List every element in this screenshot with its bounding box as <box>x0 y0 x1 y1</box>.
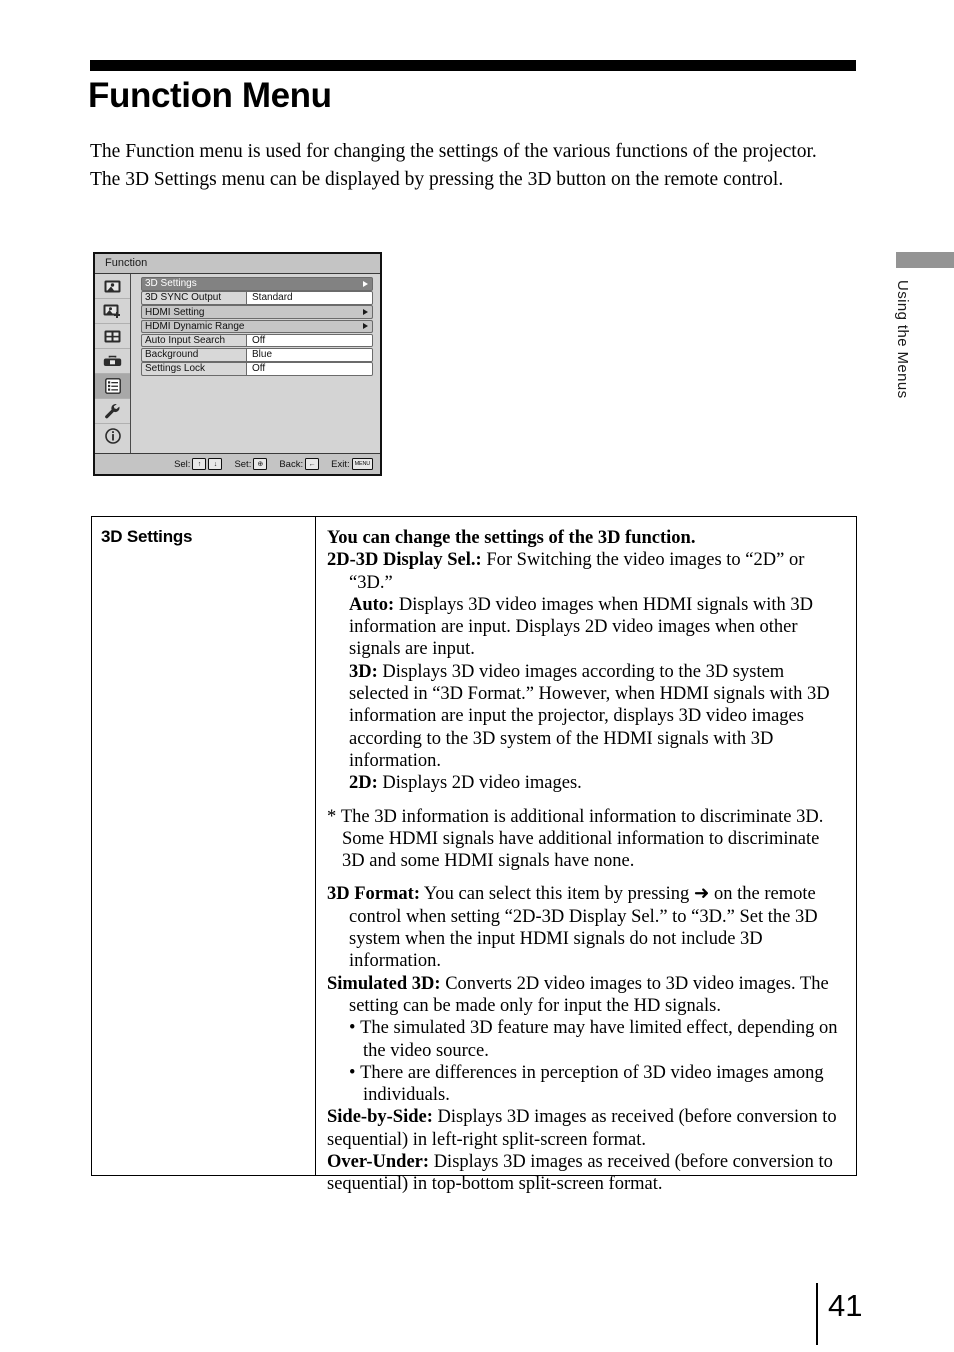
side-tab-marker <box>896 252 954 268</box>
menu-key-icon: MENU <box>351 458 373 470</box>
over-under-paragraph: Over-Under: Displays 3D images as receiv… <box>327 1151 844 1196</box>
auto-label: Auto: <box>349 594 395 615</box>
threed-paragraph: 3D: Displays 3D video images according t… <box>327 661 844 772</box>
wrench-installation-icon[interactable] <box>95 399 130 424</box>
osd-item-label: HDMI Setting <box>145 306 205 318</box>
hint-set-label: Set: <box>234 458 252 470</box>
osd-row-settings-lock[interactable]: Settings Lock Off <box>141 362 373 376</box>
side-by-side-paragraph: Side-by-Side: Displays 3D images as rece… <box>327 1106 844 1151</box>
format-text: You can select this item by pressing ➜ o… <box>349 884 818 972</box>
twod-paragraph: 2D: Displays 2D video images. <box>327 772 844 794</box>
twod-label: 2D: <box>349 773 378 794</box>
chevron-right-icon <box>363 280 368 287</box>
osd-menu-list: 3D Settings 3D SYNC Output Standard HDMI… <box>141 277 373 376</box>
simulated-paragraph: Simulated 3D: Converts 2D video images t… <box>327 973 844 1018</box>
bullet-item-2: • There are differences in perception of… <box>349 1062 824 1106</box>
osd-item-value: Off <box>246 363 372 375</box>
intro-paragraph: The Function menu is used for changing t… <box>90 138 862 193</box>
display-sel-label: 2D-3D Display Sel.: <box>327 550 482 571</box>
title-rule <box>90 60 856 71</box>
osd-item-label: Auto Input Search <box>145 335 226 347</box>
chevron-right-icon <box>363 309 368 316</box>
page-number: 41 <box>828 1288 863 1323</box>
osd-item-label: 3D Settings <box>145 278 197 290</box>
term-label: 3D Settings <box>101 527 193 546</box>
screen-icon[interactable] <box>95 324 130 349</box>
hint-set: Set: ⊕ <box>234 458 268 470</box>
arrow-left-key-icon: ← <box>305 458 320 470</box>
note-paragraph: * The 3D information is additional infor… <box>327 806 844 873</box>
osd-row-auto-input-search[interactable]: Auto Input Search Off <box>141 333 373 348</box>
table-cell-term: 3D Settings <box>92 517 316 1175</box>
osd-row-3d-sync-output[interactable]: 3D SYNC Output Standard <box>141 291 373 305</box>
bullet-item-1-text: The simulated 3D feature may have limite… <box>360 1018 838 1061</box>
osd-footer-bar: Sel: ↑ ↓ Set: ⊕ Back: ← Exit: MENU <box>95 453 380 474</box>
osd-hint-group: Sel: ↑ ↓ Set: ⊕ Back: ← Exit: MENU <box>174 458 373 470</box>
picture-icon[interactable] <box>95 274 130 299</box>
intro-line-1: The Function menu is used for changing t… <box>90 141 817 162</box>
osd-row-hdmi-setting[interactable]: HDMI Setting <box>141 305 373 319</box>
description-table: 3D Settings You can change the settings … <box>91 516 857 1194</box>
page-number-rule <box>816 1283 818 1345</box>
osd-row-3d-settings[interactable]: 3D Settings <box>141 277 373 291</box>
format-paragraph: 3D Format: You can select this item by p… <box>327 883 844 972</box>
osd-row-hdmi-dynamic-range[interactable]: HDMI Dynamic Range <box>141 319 373 334</box>
enter-key-icon: ⊕ <box>253 458 268 470</box>
osd-item-value: Standard <box>246 292 372 304</box>
osd-item-label: Settings Lock <box>145 363 206 375</box>
description-intro-text: You can change the settings of the 3D fu… <box>327 528 696 548</box>
osd-item-label: 3D SYNC Output <box>145 292 222 304</box>
page-title: Function Menu <box>88 76 332 115</box>
osd-sidebar <box>95 274 131 453</box>
hint-back: Back: ← <box>279 458 320 470</box>
function-list-icon[interactable] <box>95 374 130 399</box>
auto-text: Displays 3D video images when HDMI signa… <box>349 594 814 660</box>
osd-body: 3D Settings 3D SYNC Output Standard HDMI… <box>95 274 380 453</box>
osd-row-background[interactable]: Background Blue <box>141 347 373 362</box>
osd-screenshot: Function 3D Settings 3D SYNC Output Stan… <box>93 252 382 476</box>
osd-title-bar: Function <box>95 254 380 274</box>
osd-item-label: HDMI Dynamic Range <box>145 320 245 332</box>
side-tab-label: Using the Menus <box>894 280 911 399</box>
arrow-down-key-icon: ↓ <box>208 458 223 470</box>
threed-label: 3D: <box>349 661 378 682</box>
display-sel-paragraph: 2D-3D Display Sel.: For Switching the vi… <box>327 549 844 594</box>
hint-select-label: Sel: <box>174 458 191 470</box>
hint-select: Sel: ↑ ↓ <box>174 458 223 470</box>
note-marker: * <box>327 806 337 827</box>
simulated-label: Simulated 3D: <box>327 973 441 994</box>
format-label: 3D Format: <box>327 884 420 905</box>
threed-text: Displays 3D video images according to th… <box>349 661 830 771</box>
toolbox-icon[interactable] <box>95 349 130 374</box>
intro-line-2: The 3D Settings menu can be displayed by… <box>90 168 784 190</box>
hint-exit: Exit: MENU <box>331 458 373 470</box>
hint-exit-label: Exit: <box>331 458 350 470</box>
hint-back-label: Back: <box>279 458 304 470</box>
osd-item-value: Off <box>246 334 372 347</box>
note-text: The 3D information is additional informa… <box>340 806 824 872</box>
auto-paragraph: Auto: Displays 3D video images when HDMI… <box>327 594 844 661</box>
bullet-item-1: • The simulated 3D feature may have limi… <box>349 1018 838 1061</box>
bullet-item-2-text: There are differences in perception of 3… <box>360 1062 824 1106</box>
over-under-label: Over-Under: <box>327 1152 430 1173</box>
twod-text: Displays 2D video images. <box>377 773 582 794</box>
osd-title-label: Function <box>105 257 148 269</box>
chevron-right-icon <box>363 323 368 330</box>
side-by-side-label: Side-by-Side: <box>327 1107 433 1128</box>
information-icon[interactable] <box>95 424 130 448</box>
arrow-up-key-icon: ↑ <box>192 458 207 470</box>
description-intro: You can change the settings of the 3D fu… <box>327 527 844 549</box>
table-cell-description: You can change the settings of the 3D fu… <box>316 517 856 1194</box>
osd-item-label: Background <box>145 349 199 361</box>
picture-adjust-icon[interactable] <box>95 299 130 324</box>
osd-item-value: Blue <box>246 348 372 361</box>
